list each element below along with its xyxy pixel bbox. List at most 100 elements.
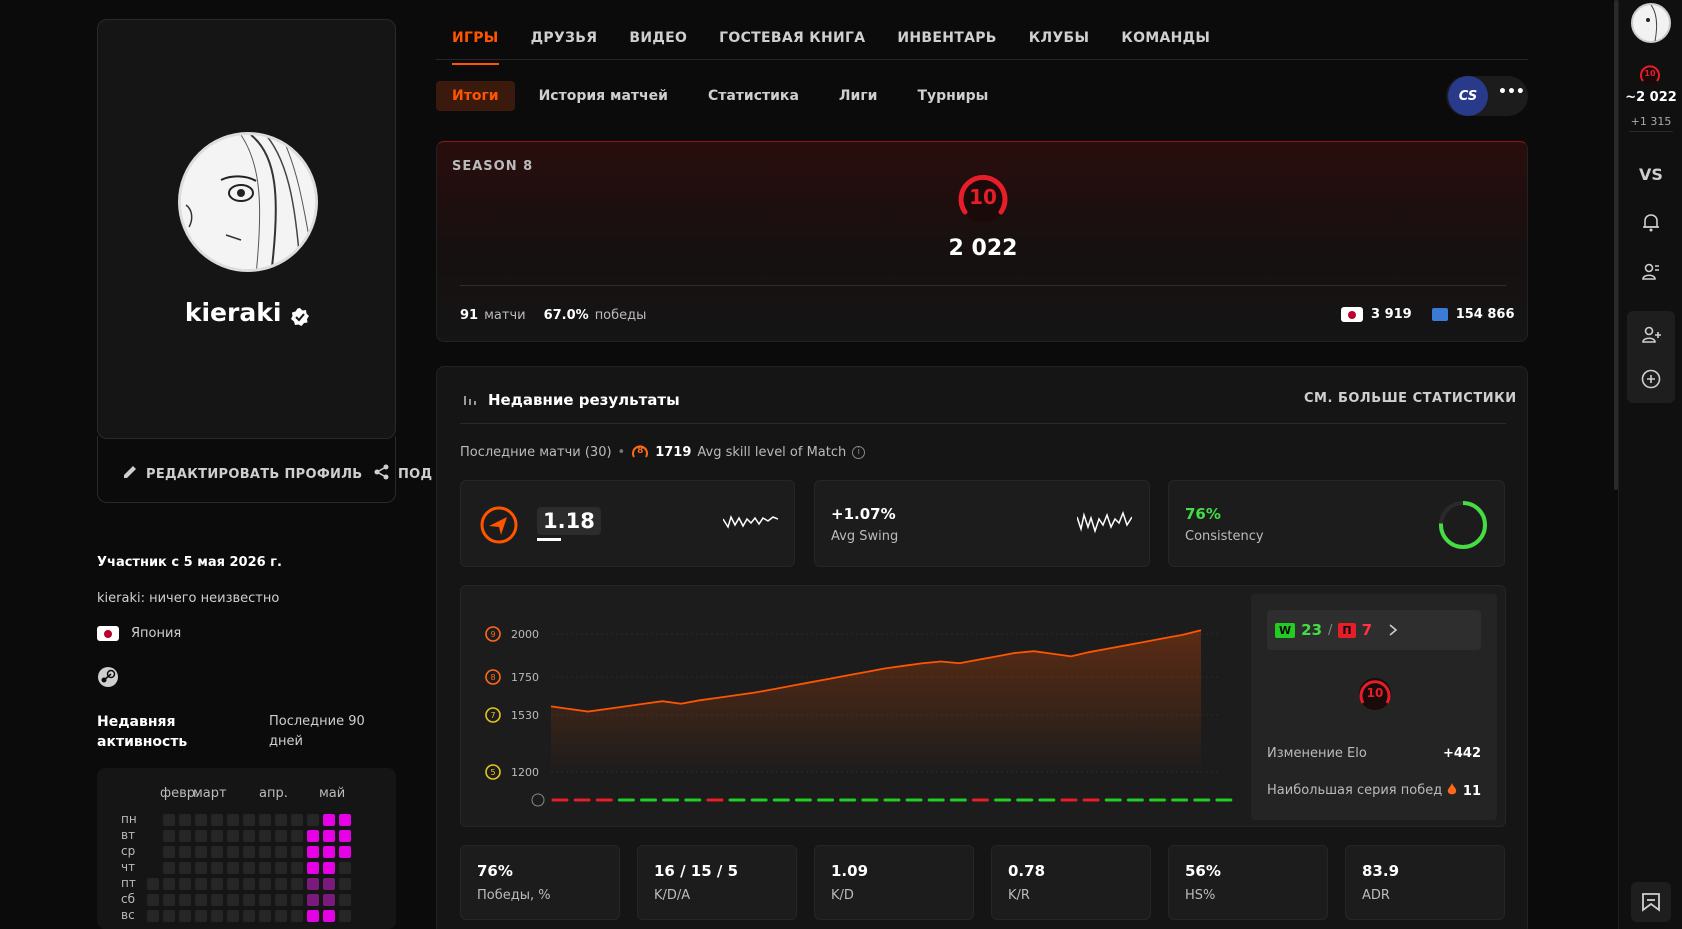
subtab-leagues[interactable]: Лиги xyxy=(839,88,878,104)
subtab-statistics[interactable]: Статистика xyxy=(708,88,799,104)
heatmap-cell xyxy=(291,814,303,826)
heatmap-cell xyxy=(227,910,239,922)
faceit-logo-icon[interactable] xyxy=(1631,882,1671,922)
heatmap-cell xyxy=(243,910,255,922)
heatmap-cell xyxy=(323,878,335,890)
pencil-icon xyxy=(122,464,138,484)
chart-info-icon[interactable] xyxy=(531,793,545,807)
win-streak-value: 11 xyxy=(1462,784,1481,799)
stat-label: K/D/A xyxy=(654,888,691,903)
region-icon xyxy=(1431,308,1448,321)
share-icon xyxy=(374,464,390,484)
vs-button[interactable]: VS xyxy=(1619,165,1682,184)
heatmap-cell xyxy=(243,878,255,890)
info-icon[interactable]: i xyxy=(852,445,866,459)
heatmap-cell xyxy=(163,814,175,826)
heatmap-cell xyxy=(259,910,271,922)
bell-icon[interactable] xyxy=(1641,212,1661,236)
heatmap-cell xyxy=(195,846,207,858)
heatmap-cell xyxy=(195,878,207,890)
rail-elo-to-next: +1 315 xyxy=(1630,115,1672,128)
heatmap-cell xyxy=(275,878,287,890)
more-stats-link[interactable]: СМ. БОЛЬШЕ СТАТИСТИКИ xyxy=(1304,391,1517,406)
heatmap-cell xyxy=(227,846,239,858)
win-streak-label: Наибольшая серия побед xyxy=(1267,783,1443,798)
more-icon[interactable]: ••• xyxy=(1498,84,1525,100)
rating-icon xyxy=(479,505,519,549)
heatmap-cell xyxy=(275,910,287,922)
main-tabs: ИГРЫ ДРУЗЬЯ ВИДЕО ГОСТЕВАЯ КНИГА ИНВЕНТА… xyxy=(452,30,1210,65)
share-button[interactable]: ПОД xyxy=(374,464,434,484)
level-10-icon: 10 xyxy=(955,170,1011,230)
elo-chart-card: 9 2000 8 1750 7 1530 5 1200 W 23 / П 7 10 Измен… xyxy=(460,585,1506,827)
stat-card-adr: 83.9 ADR xyxy=(1345,845,1505,920)
heatmap-cell xyxy=(211,862,223,874)
heatmap-cell xyxy=(259,862,271,874)
win-loss-summary[interactable]: W 23 / П 7 xyxy=(1267,610,1481,650)
y-tick-label: 2000 xyxy=(511,628,539,641)
heatmap-cell xyxy=(227,878,239,890)
heatmap-cell xyxy=(323,894,335,906)
month-label: март xyxy=(193,786,227,801)
heatmap-cell xyxy=(179,878,191,890)
stat-card-kr: 0.78 K/R xyxy=(991,845,1151,920)
activity-title: Недавняя активность xyxy=(97,714,188,750)
season-elo: 2 022 xyxy=(948,236,1018,261)
heatmap-cell xyxy=(163,862,175,874)
region-rank: 154 866 xyxy=(1455,307,1515,322)
cs-game-icon[interactable]: CS xyxy=(1448,76,1488,116)
heatmap-cell xyxy=(195,910,207,922)
tab-guestbook[interactable]: ГОСТЕВАЯ КНИГА xyxy=(719,30,865,65)
heatmap-cell xyxy=(163,878,175,890)
heatmap-cell xyxy=(291,830,303,842)
tab-games[interactable]: ИГРЫ xyxy=(452,30,499,65)
heatmap-cell xyxy=(147,894,159,906)
game-switcher[interactable]: CS ••• xyxy=(1446,76,1528,116)
bar-chart-icon xyxy=(464,390,476,409)
country: Япония xyxy=(97,626,181,641)
recent-results-header: Недавние результаты xyxy=(464,390,680,409)
subtab-summary[interactable]: Итоги xyxy=(436,81,515,111)
month-label: май xyxy=(319,786,346,801)
steam-icon[interactable] xyxy=(97,666,119,692)
swing-card: +1.07% Avg Swing xyxy=(814,480,1150,567)
tab-videos[interactable]: ВИДЕО xyxy=(629,30,687,65)
tab-inventory[interactable]: ИНВЕНТАРЬ xyxy=(897,30,996,65)
edit-profile-button[interactable]: РЕДАКТИРОВАТЬ ПРОФИЛЬ xyxy=(122,464,363,484)
party-panel xyxy=(1627,311,1675,403)
heatmap-cell xyxy=(259,878,271,890)
heatmap-cell xyxy=(291,894,303,906)
heatmap-cell xyxy=(227,814,239,826)
tab-clubs[interactable]: КЛУБЫ xyxy=(1029,30,1090,65)
swing-label: Avg Swing xyxy=(831,529,899,544)
heatmap-cell xyxy=(307,878,319,890)
heatmap-cell xyxy=(179,894,191,906)
skill-level-icon: 8 xyxy=(631,443,649,461)
last-matches-info: Последние матчи (30) • 8 1719 Avg skill … xyxy=(460,443,866,461)
tab-teams[interactable]: КОМАНДЫ xyxy=(1121,30,1210,65)
heatmap-cell xyxy=(195,814,207,826)
losses-badge: П xyxy=(1338,622,1356,638)
y-tick-label: 1530 xyxy=(511,709,539,722)
right-rail: 10 ~2 022 +1 315 VS xyxy=(1618,0,1682,929)
heatmap-cell xyxy=(323,910,335,922)
friends-icon[interactable] xyxy=(1641,262,1661,286)
party-icon[interactable] xyxy=(1641,325,1661,349)
heatmap-cell xyxy=(339,830,351,842)
heatmap-cell xyxy=(259,814,271,826)
user-avatar-small[interactable] xyxy=(1631,3,1671,43)
subtab-tournaments[interactable]: Турниры xyxy=(917,88,988,104)
heatmap-cell xyxy=(179,830,191,842)
add-circle-icon[interactable] xyxy=(1641,369,1661,393)
stat-label: ADR xyxy=(1362,888,1390,903)
heatmap-cell xyxy=(179,814,191,826)
stat-value: 83.9 xyxy=(1362,862,1400,880)
share-label: ПОД xyxy=(398,466,433,482)
wins-badge: W xyxy=(1275,622,1296,638)
consistency-ring xyxy=(1437,499,1489,555)
tab-friends[interactable]: ДРУЗЬЯ xyxy=(531,30,598,65)
heatmap-cell xyxy=(275,846,287,858)
subtab-match-history[interactable]: История матчей xyxy=(539,88,668,104)
avatar[interactable] xyxy=(178,132,318,272)
member-since: Участник с 5 мая 2026 г. xyxy=(97,555,282,570)
